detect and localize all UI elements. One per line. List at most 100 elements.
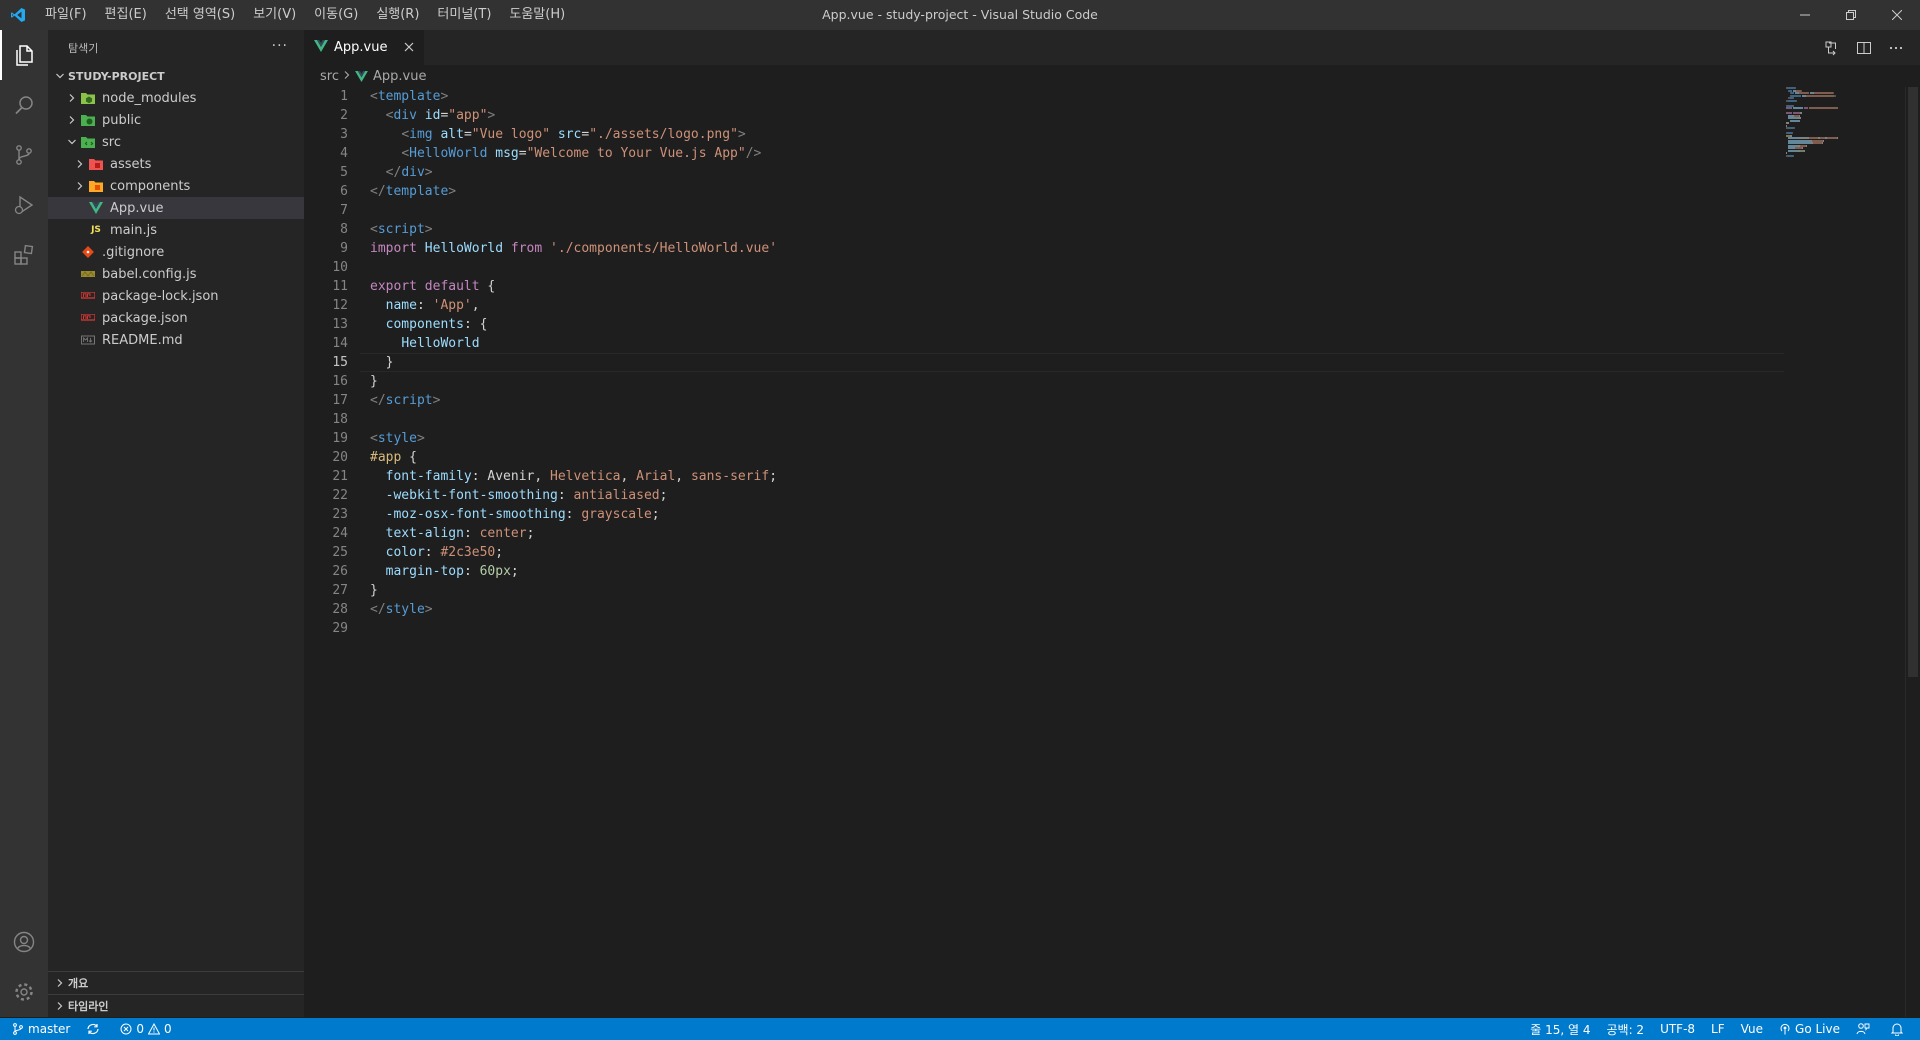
- code-token: {: [479, 279, 496, 294]
- editor-actions: [1816, 30, 1912, 65]
- minimap-line: [1794, 127, 1795, 129]
- feedback-icon: [1856, 1023, 1870, 1035]
- code-token: }: [370, 583, 378, 598]
- eol-status[interactable]: LF: [1703, 1018, 1733, 1040]
- menu-item-7[interactable]: 도움말(H): [500, 0, 574, 30]
- problems-status[interactable]: 0 0: [112, 1018, 179, 1040]
- code-token: </: [370, 602, 386, 617]
- tree-item-src[interactable]: src: [48, 131, 304, 153]
- activity-search[interactable]: [0, 80, 48, 130]
- tree-item-public[interactable]: public: [48, 109, 304, 131]
- code-token: >: [737, 127, 746, 142]
- code-token: : Avenir,: [471, 469, 551, 484]
- activity-accounts[interactable]: [0, 917, 48, 967]
- notifications-button[interactable]: [1882, 1018, 1920, 1040]
- sync-status[interactable]: [78, 1018, 112, 1040]
- code-line: 13 components: {: [304, 315, 1784, 334]
- activity-explorer[interactable]: [0, 30, 48, 80]
- go-live-button[interactable]: Go Live: [1771, 1018, 1848, 1040]
- split-editor-button[interactable]: [1848, 30, 1880, 65]
- activity-manage[interactable]: [0, 967, 48, 1017]
- menu-item-1[interactable]: 편집(E): [96, 0, 156, 30]
- code-token: HelloWorld: [401, 336, 480, 351]
- tree-item-package-lock-json[interactable]: package-lock.json: [48, 285, 304, 307]
- close-window-button[interactable]: [1874, 0, 1920, 30]
- tab-app-vue[interactable]: App.vue: [304, 30, 424, 65]
- code-token: >: [448, 184, 457, 199]
- breadcrumb-src[interactable]: src: [320, 69, 339, 84]
- scrollbar-thumb[interactable]: [1908, 87, 1918, 677]
- menu-item-4[interactable]: 이동(G): [305, 0, 367, 30]
- outline-header[interactable]: 개요: [48, 971, 304, 994]
- activity-extensions[interactable]: [0, 230, 48, 280]
- menu-item-6[interactable]: 터미널(T): [428, 0, 500, 30]
- code-line: 28 </style>: [304, 600, 1784, 619]
- line-number: 22: [332, 488, 348, 503]
- code-line: 25 color: #2c3e50;: [304, 543, 1784, 562]
- line-text: }: [358, 372, 378, 391]
- tree-item-label: babel.config.js: [102, 266, 197, 282]
- tree-item-babel-config-js[interactable]: babel.config.js: [48, 263, 304, 285]
- line-number: 24: [332, 526, 348, 541]
- vscode-logo-icon: [0, 0, 36, 30]
- tree-item-gitignore[interactable]: .gitignore: [48, 241, 304, 263]
- activity-source-control[interactable]: [0, 130, 48, 180]
- menu-item-0[interactable]: 파일(F): [36, 0, 96, 30]
- tree-item-components[interactable]: components: [48, 175, 304, 197]
- tree-item-node-modules[interactable]: node_modules: [48, 87, 304, 109]
- tab-label: App.vue: [334, 40, 388, 55]
- minimap[interactable]: [1786, 87, 1906, 287]
- code-line: 24 text-align: center;: [304, 524, 1784, 543]
- activity-run-debug[interactable]: [0, 180, 48, 230]
- more-editor-actions-button[interactable]: [1880, 30, 1912, 65]
- error-count: 0: [136, 1022, 144, 1036]
- menu-item-5[interactable]: 실행(R): [367, 0, 428, 30]
- code-line: 3 <img alt="Vue logo" src="./assets/logo…: [304, 125, 1784, 144]
- code-editor[interactable]: 1 <template> 2 <div id="app"> 3 <img alt="V…: [304, 87, 1784, 638]
- project-header[interactable]: STUDY-PROJECT: [48, 65, 304, 87]
- code-line: 21 font-family: Avenir, Helvetica, Arial…: [304, 467, 1784, 486]
- menu-item-3[interactable]: 보기(V): [244, 0, 305, 30]
- npm-file-icon: [80, 310, 96, 326]
- language-mode[interactable]: Vue: [1733, 1018, 1771, 1040]
- tree-item-main-js[interactable]: JS main.js: [48, 219, 304, 241]
- menu-item-2[interactable]: 선택 영역(S): [156, 0, 244, 30]
- cursor-position[interactable]: 줄 15, 열 4: [1522, 1018, 1598, 1040]
- breadcrumb-file[interactable]: App.vue: [373, 69, 426, 84]
- more-actions-icon[interactable]: ···: [272, 38, 288, 54]
- indentation-status[interactable]: 공백: 2: [1598, 1018, 1652, 1040]
- tree-item-assets[interactable]: assets: [48, 153, 304, 175]
- minimize-button[interactable]: [1782, 0, 1828, 30]
- tree-item-package-json[interactable]: package.json: [48, 307, 304, 329]
- tree-item-readme-md[interactable]: README.md: [48, 329, 304, 351]
- editor-scrollbar[interactable]: [1905, 87, 1920, 1017]
- files-icon: [16, 45, 33, 66]
- branch-status[interactable]: master: [0, 1018, 78, 1040]
- restore-button[interactable]: [1828, 0, 1874, 30]
- code-token: font-family: [385, 469, 472, 484]
- code-token: >: [487, 108, 496, 123]
- line-number: 6: [340, 184, 348, 199]
- minimap-line: [1792, 132, 1793, 134]
- tab-close-icon[interactable]: [404, 40, 414, 56]
- activity-bar: [0, 30, 48, 1017]
- code-token: }: [370, 355, 394, 370]
- tree-item-app-vue[interactable]: App.vue: [48, 197, 304, 219]
- code-token: msg: [495, 146, 519, 161]
- tree-item-label: README.md: [102, 332, 183, 348]
- encoding-status[interactable]: UTF-8: [1652, 1018, 1703, 1040]
- folder-src-icon: [80, 134, 96, 150]
- close-icon: [1892, 10, 1902, 20]
- open-changes-button[interactable]: [1816, 30, 1848, 65]
- vue-file-icon: [88, 200, 104, 216]
- code-token: src: [557, 127, 582, 142]
- line-text: color: #2c3e50;: [358, 543, 503, 562]
- feedback-button[interactable]: [1848, 1018, 1882, 1040]
- timeline-header[interactable]: 타임라인: [48, 994, 304, 1017]
- code-token: <: [370, 89, 378, 104]
- code-token: Helvetica: [550, 469, 621, 484]
- code-token: components: [385, 317, 464, 332]
- code-token: script: [377, 222, 425, 237]
- title-bar: 파일(F) 편집(E) 선택 영역(S) 보기(V) 이동(G) 실행(R) 터미널(T) 도…: [0, 0, 1920, 30]
